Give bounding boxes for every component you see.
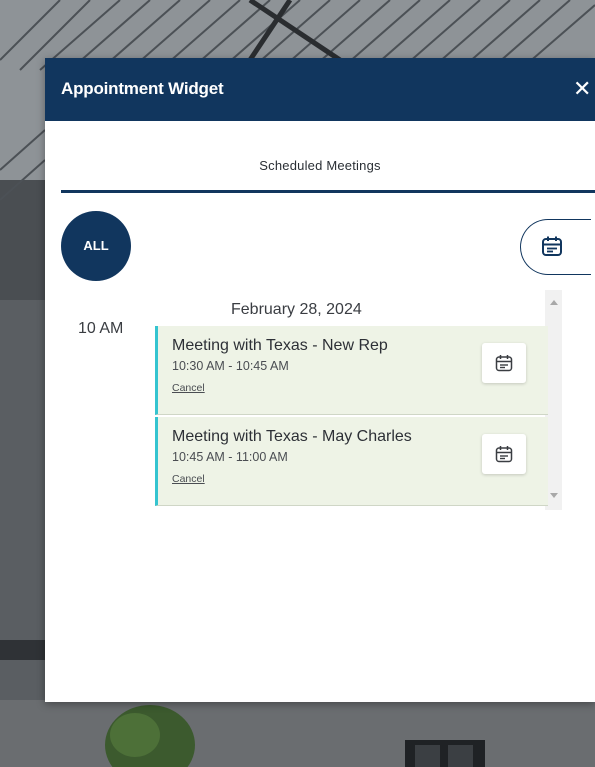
hour-label: 10 AM [78, 320, 124, 337]
meeting-calendar-button[interactable] [482, 343, 526, 383]
calendar-button[interactable] [520, 219, 591, 275]
meeting-title: Meeting with Texas - New Rep [172, 337, 388, 354]
cancel-link[interactable]: Cancel [172, 473, 205, 485]
widget-title: Appointment Widget [61, 79, 224, 98]
scroll-down-arrow-icon[interactable] [550, 493, 558, 498]
meeting-calendar-button[interactable] [482, 434, 526, 474]
calendar-icon [542, 236, 562, 256]
scroll-up-arrow-icon[interactable] [550, 300, 558, 305]
meeting-card[interactable]: Meeting with Texas - New Rep 10:30 AM - … [155, 326, 548, 415]
date-header: February 28, 2024 [231, 301, 362, 318]
tab-scheduled-meetings[interactable]: Scheduled Meetings [45, 158, 595, 173]
cancel-link[interactable]: Cancel [172, 382, 205, 394]
calendar-icon [495, 355, 513, 372]
meeting-card[interactable]: Meeting with Texas - May Charles 10:45 A… [155, 417, 548, 506]
meeting-time: 10:45 AM - 11:00 AM [172, 450, 288, 464]
tab-underline [61, 190, 595, 193]
widget-header: Appointment Widget ✕ [45, 58, 595, 121]
calendar-icon [495, 446, 513, 463]
all-button[interactable]: ALL [61, 211, 131, 281]
close-icon[interactable]: ✕ [573, 76, 595, 102]
meeting-time: 10:30 AM - 10:45 AM [172, 359, 289, 373]
meeting-title: Meeting with Texas - May Charles [172, 428, 412, 445]
appointment-widget: Appointment Widget ✕ Scheduled Meetings … [45, 58, 595, 702]
